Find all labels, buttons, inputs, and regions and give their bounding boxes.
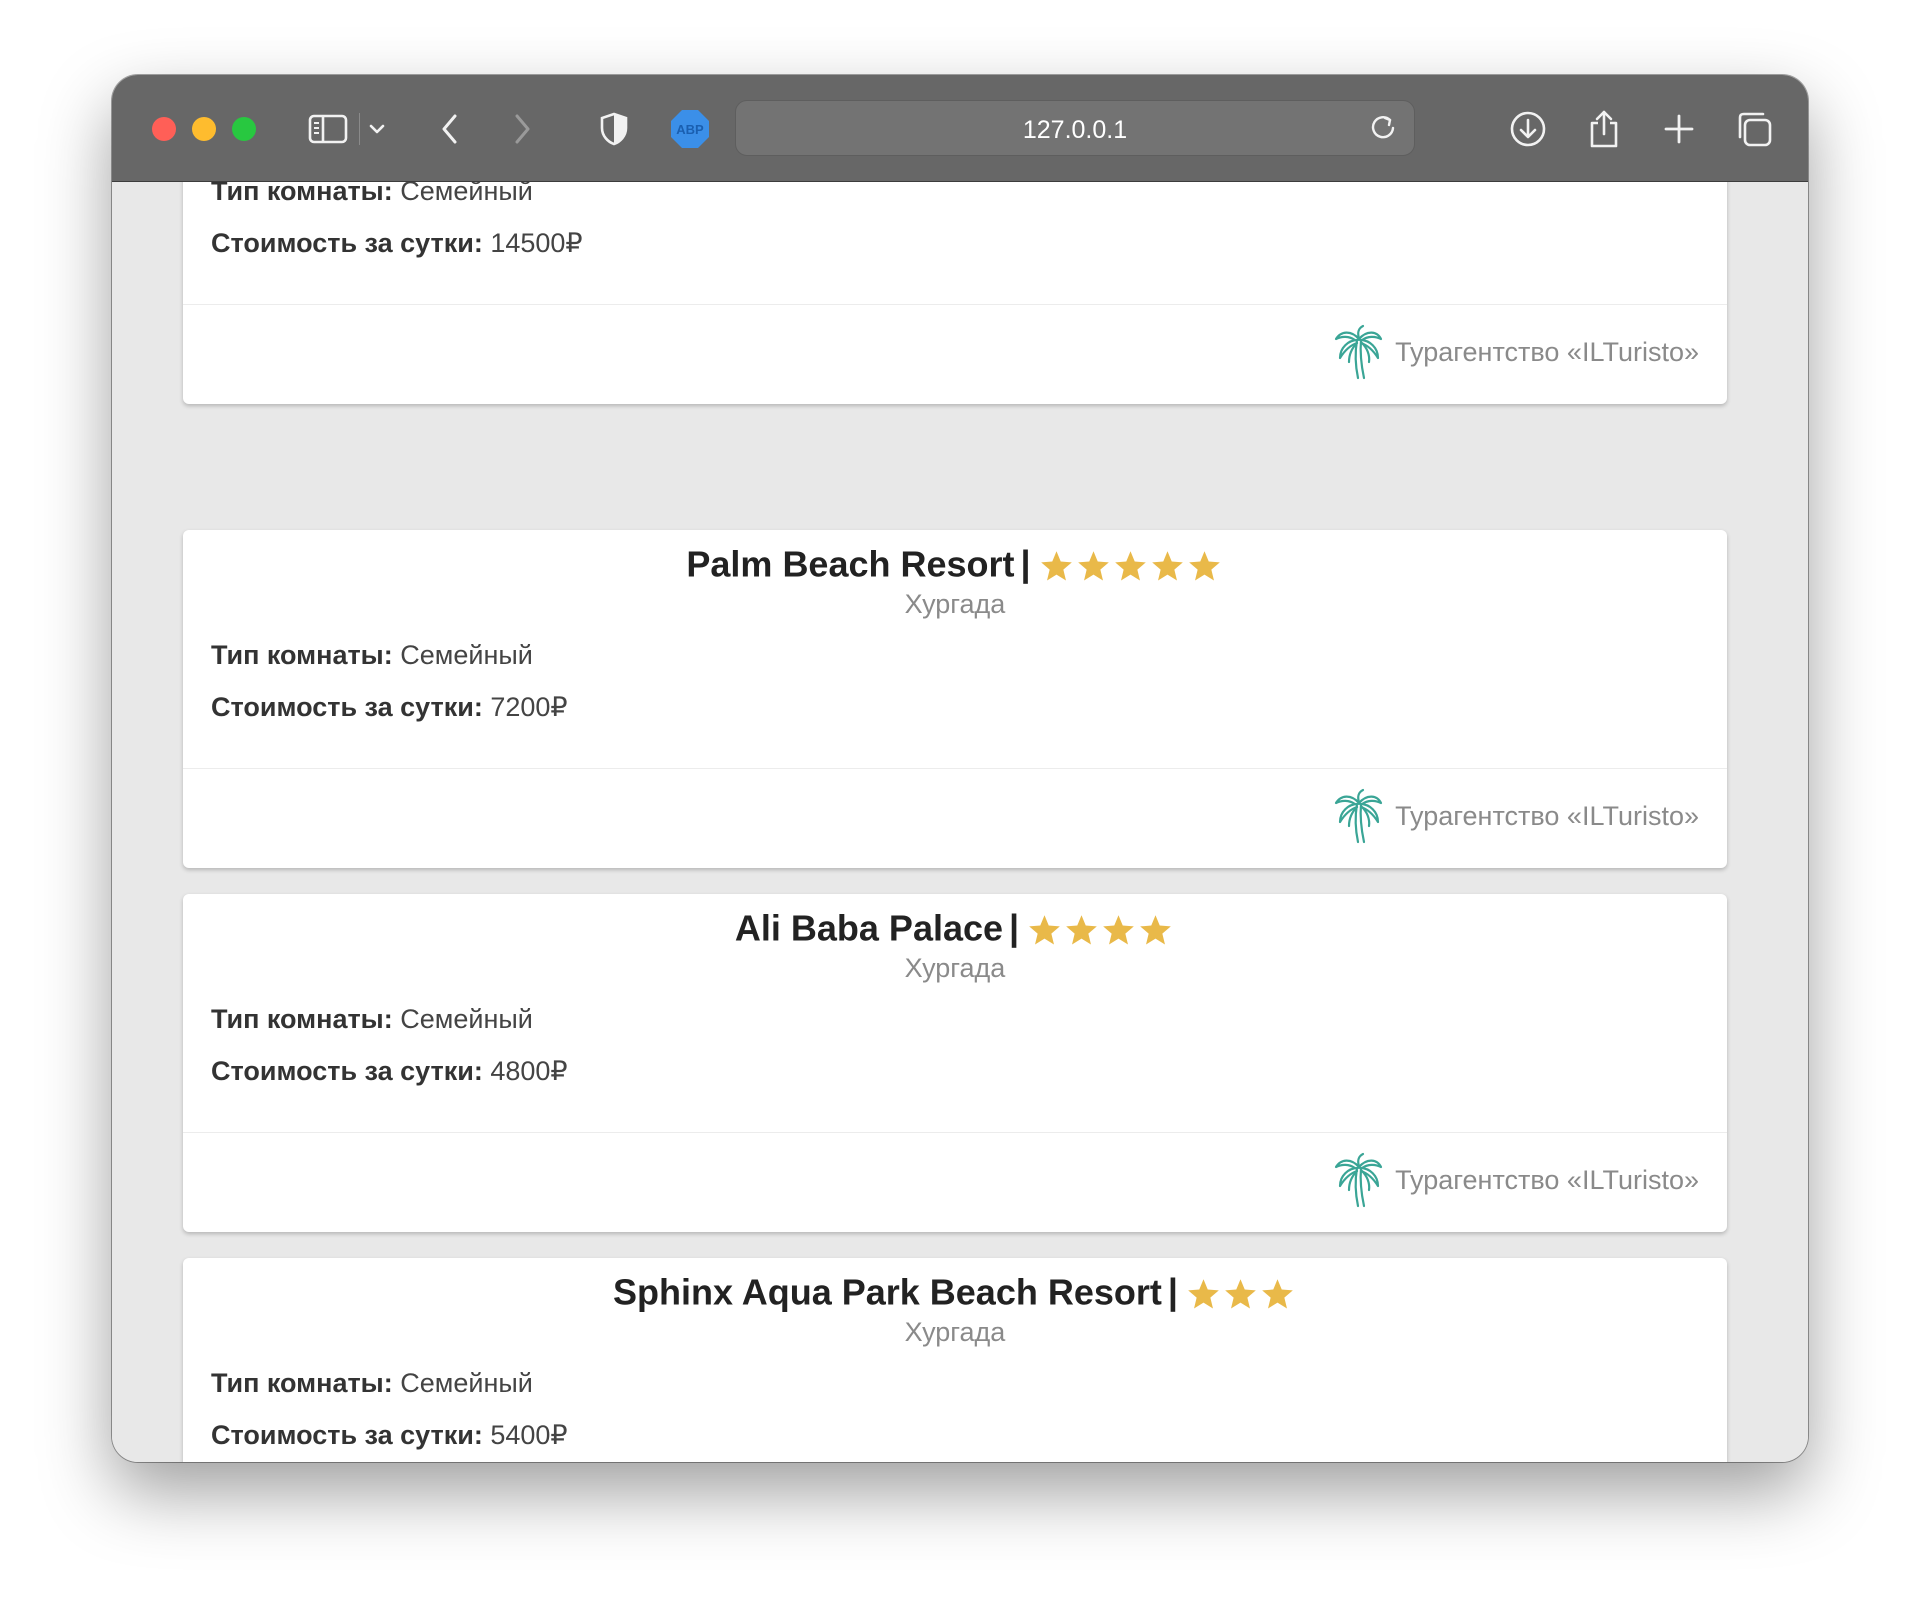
star-icon xyxy=(1040,551,1072,581)
star-icon xyxy=(1066,915,1097,945)
toolbar-divider xyxy=(359,113,360,145)
reload-icon[interactable] xyxy=(1362,106,1404,153)
agency-name: Турагентство «ILTuristo» xyxy=(1395,1164,1699,1195)
room-type-label: Тип комнаты: xyxy=(211,640,393,670)
browser-window: ABP 127.0.0.1 Hilton Plaza|ХургадаТип ко… xyxy=(112,75,1808,1462)
card-footer: Турагентство «ILTuristo» xyxy=(1333,1152,1699,1208)
shield-icon[interactable] xyxy=(592,107,636,151)
minimize-window-button[interactable] xyxy=(192,117,216,141)
hotel-city: Хургада xyxy=(904,589,1006,619)
price-value: 4800₽ xyxy=(490,1056,568,1086)
hotel-title: Ali Baba Palace | xyxy=(183,904,1727,950)
room-type-label: Тип комнаты: xyxy=(211,1004,393,1034)
star-icon xyxy=(1225,1279,1256,1309)
card-footer: Турагентство «ILTuristo» xyxy=(1333,788,1699,844)
card-divider xyxy=(183,768,1727,769)
price-label: Стоимость за сутки: xyxy=(211,1056,483,1086)
star-icon xyxy=(1077,551,1109,581)
hotel-card: Sphinx Aqua Park Beach Resort | Хургада Тип… xyxy=(183,1258,1727,1462)
card-divider xyxy=(183,304,1727,305)
price-row: Стоимость за сутки: 14500₽ xyxy=(211,228,583,259)
price-value: 7200₽ xyxy=(490,692,568,722)
card-footer: Турагентство «ILTuristo» xyxy=(1333,324,1699,380)
forward-icon[interactable] xyxy=(500,107,544,151)
adblock-icon[interactable]: ABP xyxy=(668,107,712,151)
agency-name: Турагентство «ILTuristo» xyxy=(1395,800,1699,831)
page-content: Hilton Plaza|ХургадаТип комнаты: Семейны… xyxy=(112,182,1808,1462)
room-type-value: Семейный xyxy=(400,640,533,670)
title-separator: | xyxy=(1009,907,1020,949)
back-icon[interactable] xyxy=(428,107,472,151)
room-type-value: Семейный xyxy=(400,182,533,206)
url-text: 127.0.0.1 xyxy=(1022,116,1128,144)
price-label: Стоимость за сутки: xyxy=(211,1420,483,1450)
room-type-value: Семейный xyxy=(400,1368,533,1398)
star-icon xyxy=(1262,1279,1293,1309)
price-row: Стоимость за сутки: 7200₽ xyxy=(211,692,568,723)
room-type-label: Тип комнаты: xyxy=(211,182,393,206)
room-type-value: Семейный xyxy=(400,1004,533,1034)
close-window-button[interactable] xyxy=(152,117,176,141)
new-tab-icon[interactable] xyxy=(1657,107,1701,151)
share-icon[interactable] xyxy=(1582,107,1626,151)
star-icon xyxy=(1114,551,1146,581)
title-separator: | xyxy=(1020,543,1031,585)
sidebar-icon[interactable] xyxy=(306,107,350,151)
hotel-name: Ali Baba Palace xyxy=(734,907,1004,949)
star-icon xyxy=(1029,915,1060,945)
price-value: 5400₽ xyxy=(490,1420,568,1450)
price-value: 14500₽ xyxy=(490,228,583,258)
palm-tree-icon xyxy=(1333,788,1395,844)
zoom-window-button[interactable] xyxy=(232,117,256,141)
room-type-row: Тип комнаты: Семейный xyxy=(211,1368,533,1399)
svg-text:ABP: ABP xyxy=(676,122,704,137)
price-label: Стоимость за сутки: xyxy=(211,228,483,258)
palm-tree-icon xyxy=(1333,1152,1395,1208)
hotel-title: Sphinx Aqua Park Beach Resort | xyxy=(183,1268,1727,1314)
hotel-card: Hilton Plaza|ХургадаТип комнаты: Семейны… xyxy=(183,182,1727,404)
chevron-down-icon[interactable] xyxy=(362,107,392,151)
star-icon xyxy=(1140,915,1171,945)
hotel-title: Palm Beach Resort | xyxy=(183,540,1727,586)
hotel-city: Хургада xyxy=(904,953,1006,983)
tabs-overview-icon[interactable] xyxy=(1732,107,1776,151)
price-label: Стоимость за сутки: xyxy=(211,692,483,722)
star-icon xyxy=(1188,1279,1219,1309)
palm-tree-icon xyxy=(1333,324,1395,380)
star-rating xyxy=(1186,1270,1297,1314)
address-bar[interactable]: 127.0.0.1 xyxy=(735,100,1415,156)
price-row: Стоимость за сутки: 5400₽ xyxy=(211,1420,568,1451)
star-rating xyxy=(1027,906,1175,950)
star-icon xyxy=(1103,915,1134,945)
price-row: Стоимость за сутки: 4800₽ xyxy=(211,1056,568,1087)
hotel-name: Palm Beach Resort xyxy=(686,543,1015,585)
star-icon xyxy=(1151,551,1183,581)
star-icon xyxy=(1188,551,1220,581)
room-type-row: Тип комнаты: Семейный xyxy=(211,182,533,207)
browser-toolbar: ABP 127.0.0.1 xyxy=(112,75,1808,182)
hotel-city: Хургада xyxy=(904,1317,1006,1347)
title-separator: | xyxy=(1167,1271,1178,1313)
card-divider xyxy=(183,1132,1727,1133)
room-type-row: Тип комнаты: Семейный xyxy=(211,640,533,671)
room-type-label: Тип комнаты: xyxy=(211,1368,393,1398)
star-rating xyxy=(1039,542,1224,586)
hotel-card: Ali Baba Palace | Хургада Тип комнаты: Семе… xyxy=(183,894,1727,1232)
agency-name: Турагентство «ILTuristo» xyxy=(1395,336,1699,367)
hotel-name: Sphinx Aqua Park Beach Resort xyxy=(613,1271,1162,1313)
room-type-row: Тип комнаты: Семейный xyxy=(211,1004,533,1035)
download-icon[interactable] xyxy=(1506,107,1550,151)
hotel-card: Palm Beach Resort | Хургада Тип комнаты: Се… xyxy=(183,530,1727,868)
